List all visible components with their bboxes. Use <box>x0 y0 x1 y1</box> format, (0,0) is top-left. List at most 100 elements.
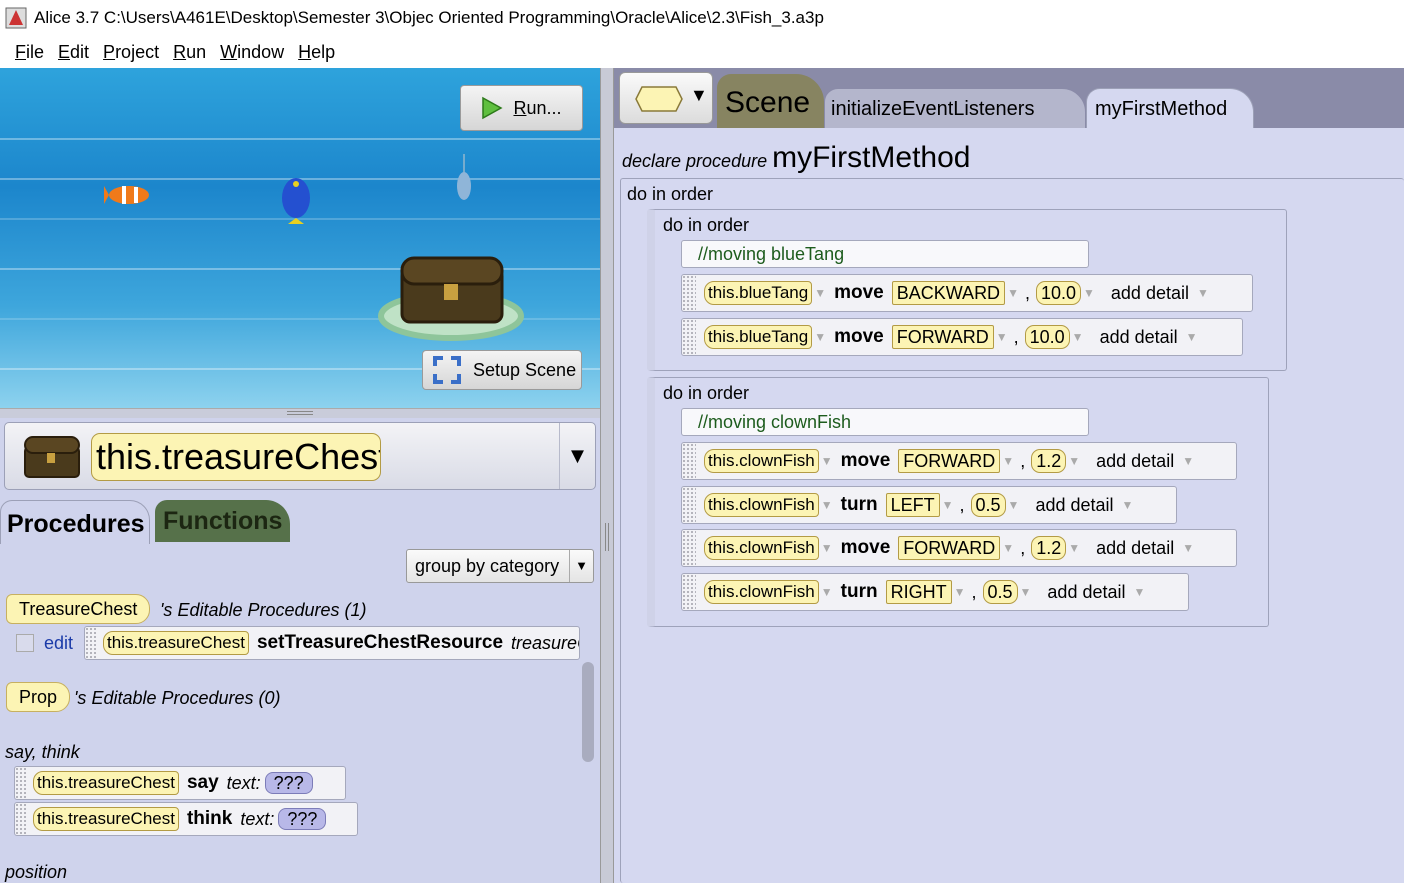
treasure-chest-model[interactable] <box>378 248 524 342</box>
procedures-scrollbar[interactable] <box>582 662 594 762</box>
add-detail-button[interactable]: add detail <box>1029 493 1120 517</box>
target-chip[interactable]: this.blueTang <box>704 281 813 305</box>
direction-chip[interactable]: BACKWARD <box>891 281 1006 305</box>
object-selector[interactable]: this.treasureChest ▼ <box>4 422 596 490</box>
run-button[interactable]: Run... <box>460 85 583 131</box>
scene-view[interactable]: Run... Setup Scene <box>0 68 600 408</box>
comment-clownfish[interactable]: //moving clownFish <box>681 408 1089 436</box>
amount-chip[interactable]: 0.5 <box>970 493 1006 517</box>
bluetang-model[interactable] <box>270 172 322 224</box>
think-procedure-block[interactable]: this.treasureChest think text: ??? <box>14 802 358 836</box>
code-tab-bar: ▼ Scene initializeEventListeners myFirst… <box>614 68 1404 130</box>
target-chip[interactable]: this.blueTang <box>704 325 813 349</box>
group-by-select[interactable]: group by category ▼ <box>406 549 594 583</box>
statement-row[interactable]: this.blueTang ▼ move FORWARD ▼ , 10.0 ▼ add… <box>681 318 1243 356</box>
text-value-chip[interactable]: ??? <box>278 808 327 830</box>
amount-chip[interactable]: 1.2 <box>1031 449 1067 473</box>
procedure-name: say <box>186 772 219 793</box>
drag-handle[interactable] <box>682 487 696 523</box>
category-position: position <box>5 862 68 882</box>
direction-chip[interactable]: FORWARD <box>891 325 994 349</box>
treasurechest-type-chip[interactable]: TreasureChest <box>6 594 151 624</box>
statement-row[interactable]: this.clownFish ▼ move FORWARD ▼ , 1.2 ▼ add… <box>681 529 1237 567</box>
procedure-name: turn <box>840 581 878 602</box>
editable-procedures-label: 's Editable Procedures (1) <box>160 600 367 620</box>
object-dropdown-arrow-icon[interactable]: ▼ <box>559 423 595 489</box>
amount-chip[interactable]: 1.2 <box>1031 536 1067 560</box>
add-detail-button[interactable]: add detail <box>1090 536 1181 560</box>
drag-handle[interactable] <box>15 803 27 835</box>
target-chip[interactable]: this.clownFish <box>704 536 819 560</box>
play-icon <box>482 96 504 120</box>
add-detail-button[interactable]: add detail <box>1090 449 1181 473</box>
menu-file[interactable]: File <box>15 42 44 63</box>
menu-run[interactable]: Run <box>173 42 206 63</box>
menu-project[interactable]: Project <box>103 42 159 63</box>
tab-my-first-method[interactable]: myFirstMethod <box>1086 88 1254 130</box>
prop-editable-label: 's Editable Procedures (0) <box>74 688 281 708</box>
procedure-name: move <box>840 537 891 558</box>
menu-bar: File Edit Project Run Window Help <box>0 36 1404 68</box>
menu-window[interactable]: Window <box>220 42 284 63</box>
menu-help[interactable]: Help <box>298 42 335 63</box>
target-chip: this.treasureChest <box>33 807 179 831</box>
direction-chip[interactable]: LEFT <box>885 493 940 517</box>
statement-row[interactable]: this.blueTang ▼ move BACKWARD ▼ , 10.0 ▼ ad… <box>681 274 1253 312</box>
target-chip[interactable]: this.clownFish <box>704 449 819 473</box>
do-in-order-block-1[interactable]: do in order //moving blueTang this.blueT… <box>647 209 1287 371</box>
procedure-name: turn <box>840 494 878 515</box>
drag-handle[interactable] <box>15 767 27 799</box>
edit-link[interactable]: edit <box>44 633 73 654</box>
menu-edit[interactable]: Edit <box>58 42 89 63</box>
amount-chip[interactable]: 10.0 <box>1024 325 1070 349</box>
treasure-chest-thumbnail-icon <box>24 436 80 478</box>
type-selector-button[interactable]: ▼ <box>619 72 713 124</box>
target-chip[interactable]: this.clownFish <box>704 580 819 604</box>
title-bar: Alice 3.7 C:\Users\A461E\Desktop\Semeste… <box>0 0 1404 36</box>
tab-scene[interactable]: Scene <box>717 74 824 130</box>
comment-bluetang[interactable]: //moving blueTang <box>681 240 1089 268</box>
say-procedure-block[interactable]: this.treasureChest say text: ??? <box>14 766 346 800</box>
statement-row[interactable]: this.clownFish ▼ turn RIGHT ▼ , 0.5 ▼ add d… <box>681 573 1189 611</box>
target-chip: this.treasureChest <box>33 771 179 795</box>
add-detail-button[interactable]: add detail <box>1093 325 1184 349</box>
statement-row[interactable]: this.clownFish ▼ turn LEFT ▼ , 0.5 ▼ add de… <box>681 486 1177 524</box>
procedure-name: think <box>186 808 233 829</box>
add-detail-button[interactable]: add detail <box>1104 281 1195 305</box>
drag-handle[interactable] <box>682 319 696 355</box>
outer-do-in-order[interactable]: do in order do in order //moving blueTan… <box>620 178 1404 883</box>
text-value-chip[interactable]: ??? <box>264 772 313 794</box>
method-declaration: declare procedure myFirstMethod <box>622 141 971 174</box>
edit-checkbox-icon[interactable] <box>16 634 34 652</box>
tab-functions[interactable]: Functions <box>155 500 290 542</box>
setup-scene-button[interactable]: Setup Scene <box>422 350 582 390</box>
drag-handle[interactable] <box>682 574 696 610</box>
statement-row[interactable]: this.clownFish ▼ move FORWARD ▼ , 1.2 ▼ add… <box>681 442 1237 480</box>
method-title: myFirstMethod <box>772 141 971 174</box>
target-chip[interactable]: this.clownFish <box>704 493 819 517</box>
tab-procedures[interactable]: Procedures <box>0 500 150 546</box>
horizontal-splitter[interactable] <box>0 408 600 418</box>
do-in-order-label: do in order <box>663 383 750 403</box>
direction-chip[interactable]: RIGHT <box>885 580 952 604</box>
do-in-order-block-2[interactable]: do in order //moving clownFish this.clow… <box>647 377 1269 627</box>
param-label: text: <box>226 772 261 793</box>
direction-chip[interactable]: FORWARD <box>898 536 1001 560</box>
drag-handle[interactable] <box>682 275 696 311</box>
vertical-splitter[interactable] <box>600 68 614 883</box>
amount-chip[interactable]: 10.0 <box>1035 281 1082 305</box>
set-resource-procedure-block[interactable]: this.treasureChest setTreasureChestResou… <box>84 626 580 660</box>
small-fish-model[interactable] <box>452 154 476 206</box>
amount-chip[interactable]: 0.5 <box>982 580 1018 604</box>
selected-object-chip: this.treasureChest <box>91 433 381 481</box>
direction-chip[interactable]: FORWARD <box>898 449 1001 473</box>
alice-app-icon <box>5 7 27 29</box>
clownfish-model[interactable] <box>104 182 154 208</box>
add-detail-button[interactable]: add detail <box>1041 580 1132 604</box>
prop-type-chip[interactable]: Prop <box>6 682 71 712</box>
drag-handle[interactable] <box>85 627 97 659</box>
tab-initialize-event-listeners[interactable]: initializeEventListeners <box>824 88 1086 130</box>
drag-handle[interactable] <box>682 530 696 566</box>
drag-handle[interactable] <box>682 443 696 479</box>
procedures-panel: group by category ▼ TreasureChest 's Edi… <box>0 544 600 883</box>
